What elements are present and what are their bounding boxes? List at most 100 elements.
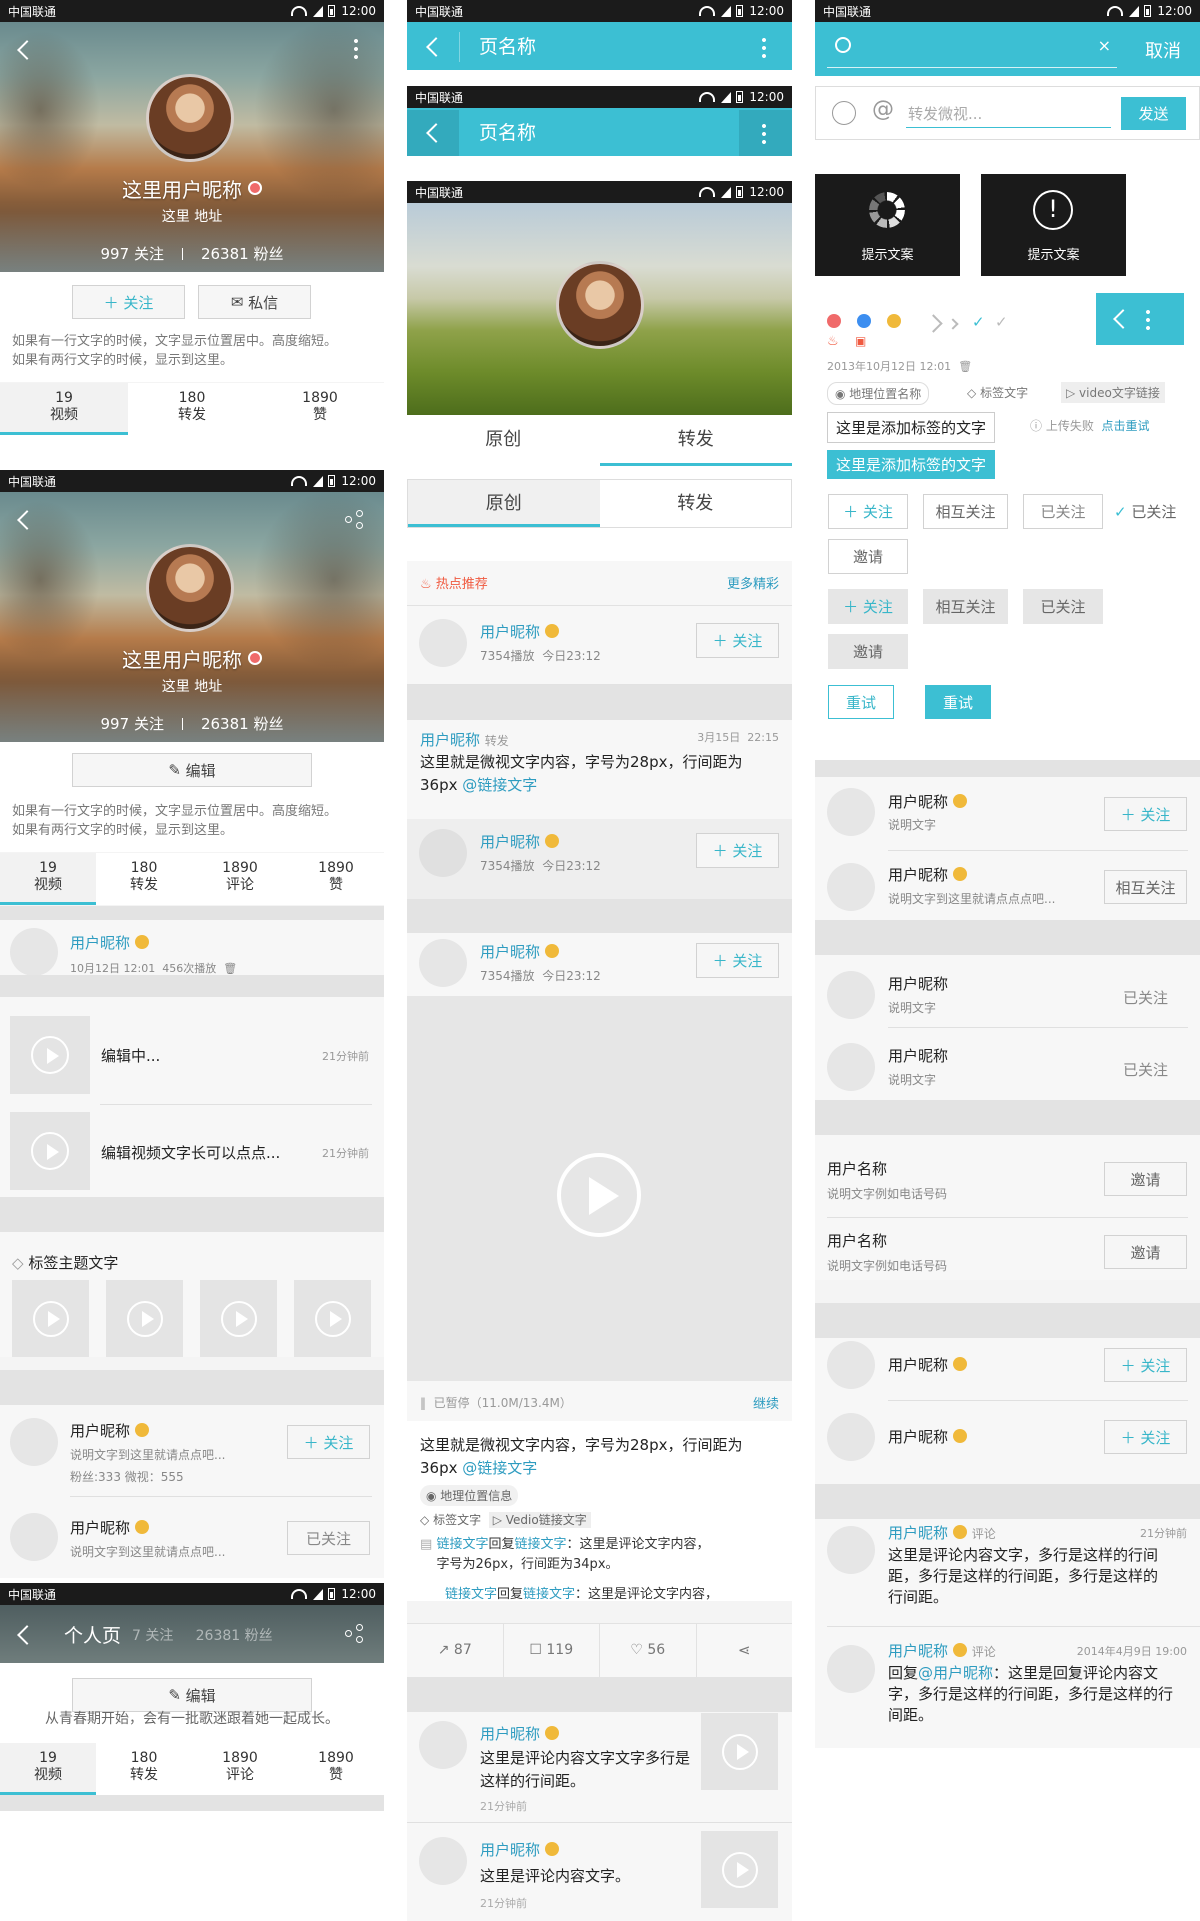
video-post[interactable]: 用户昵称 10月12日 12:01 456次播放 🗑 [0, 920, 384, 976]
user-nickname[interactable]: 用户昵称 [420, 731, 480, 749]
user-nickname[interactable]: 用户昵称 [480, 621, 560, 642]
user-avatar[interactable] [827, 863, 875, 911]
topic-title[interactable]: 标签主题文字 [28, 1254, 118, 1272]
retry-button[interactable]: 重试 [828, 685, 894, 719]
edit-button[interactable]: ✎ 编辑 [72, 1678, 312, 1712]
follow-button[interactable]: ＋ 关注 [696, 943, 779, 978]
user-nickname[interactable]: 用户昵称 [480, 1839, 560, 1860]
video-thumbnail[interactable] [10, 1112, 90, 1190]
location-chip[interactable]: ◉ 地理位置名称 [827, 382, 930, 405]
draft-title[interactable]: 编辑视频文字长可以点点... [101, 1142, 280, 1163]
at-icon[interactable]: @ [872, 97, 894, 122]
user-nickname[interactable]: 用户昵称 [480, 941, 560, 962]
follow-button[interactable]: ＋ 关注 [1104, 1420, 1187, 1454]
user-nickname[interactable]: 用户昵称 [480, 831, 560, 852]
follow-button[interactable]: ＋ 关注 [287, 1425, 370, 1459]
mention-link[interactable]: @链接文字 [462, 776, 537, 794]
user-avatar[interactable] [419, 939, 467, 987]
tab-videos[interactable]: 19 视频 [0, 1743, 96, 1795]
mention-link[interactable]: @用户昵称 [918, 1664, 993, 1682]
video-thumbnail[interactable] [701, 1713, 778, 1790]
user-nickname[interactable]: 用户昵称 [888, 1354, 968, 1375]
more-icon[interactable] [354, 37, 358, 59]
user-nickname[interactable]: 用户昵称 [888, 973, 948, 994]
draft-title[interactable]: 编辑中... [101, 1045, 160, 1066]
more-icon[interactable] [762, 36, 766, 58]
following-count[interactable]: 997 [101, 715, 130, 733]
mutual-follow-button[interactable]: 相互关注 [1104, 870, 1187, 904]
follow-button[interactable]: ＋ 关注 [696, 623, 779, 658]
user-nickname[interactable]: 用户昵称 [70, 1517, 150, 1538]
share-icon[interactable] [345, 1624, 365, 1644]
video-thumbnail[interactable] [701, 1831, 778, 1908]
follow-button[interactable]: ＋ 关注 [1104, 797, 1187, 831]
user-avatar[interactable] [419, 829, 467, 877]
tab-videos[interactable]: 19 视频 [0, 383, 128, 435]
tab-reposts[interactable]: 180 转发 [96, 1743, 192, 1795]
share-icon[interactable]: ⋖ [697, 1624, 793, 1677]
tag-label[interactable]: 标签文字 [433, 1513, 481, 1527]
user-avatar[interactable] [827, 971, 875, 1019]
invite-button[interactable]: 邀请 [828, 634, 908, 669]
tab-likes[interactable]: 1890 赞 [288, 1743, 384, 1795]
mutual-follow-button[interactable]: 相互关注 [923, 494, 1008, 529]
tab-likes[interactable]: 1890 赞 [256, 383, 384, 435]
back-icon[interactable] [426, 37, 446, 57]
user-nickname[interactable]: 用户昵称 [480, 1723, 560, 1744]
location-chip[interactable]: ◉ 地理位置信息 [420, 1485, 519, 1506]
video-thumbnail[interactable] [12, 1280, 89, 1357]
tag-chip-selected[interactable]: 这里是添加标签的文字 [827, 450, 996, 479]
search-input[interactable]: × [827, 30, 1117, 68]
user-avatar[interactable] [827, 1526, 875, 1574]
tab-repost[interactable]: 转发 [599, 415, 793, 466]
video-thumbnail[interactable] [200, 1280, 277, 1357]
followed-button[interactable]: 已关注 [1104, 980, 1187, 1014]
mention-link[interactable]: @链接文字 [462, 1459, 537, 1477]
video-link[interactable]: ▷ Vedio链接文字 [488, 1512, 591, 1528]
more-icon[interactable] [762, 122, 766, 144]
user-avatar[interactable] [827, 1043, 875, 1091]
tag-chip[interactable]: 这里是添加标签的文字 [827, 412, 996, 443]
follow-button[interactable]: ＋ 关注 [1104, 1348, 1187, 1382]
user-avatar[interactable] [827, 1645, 875, 1693]
tab-original[interactable]: 原创 [408, 480, 600, 527]
fans-count[interactable]: 26381 [201, 715, 249, 733]
user-avatar[interactable] [10, 928, 58, 976]
user-nickname[interactable]: 用户昵称 [888, 864, 968, 885]
message-button[interactable]: ✉ 私信 [198, 285, 311, 319]
user-avatar[interactable] [419, 1721, 467, 1769]
invite-button[interactable]: 邀请 [1104, 1162, 1187, 1196]
follow-button[interactable]: ＋ 关注 [72, 285, 185, 319]
repost-input[interactable]: 转发微视... [908, 103, 982, 124]
video-thumbnail[interactable] [294, 1280, 371, 1357]
share-icon[interactable] [345, 510, 365, 530]
user-avatar[interactable] [419, 1837, 467, 1885]
user-avatar[interactable] [10, 1513, 58, 1561]
retry-link[interactable]: 点击重试 [1101, 419, 1149, 433]
video-link[interactable]: ▷ video文字链接 [1061, 382, 1165, 403]
user-nickname[interactable]: 用户昵称 [888, 1426, 968, 1447]
video-player[interactable] [407, 996, 792, 1381]
send-button[interactable]: 发送 [1121, 97, 1186, 130]
tab-reposts[interactable]: 180 转发 [96, 853, 192, 905]
video-thumbnail[interactable] [10, 1016, 90, 1094]
followed-button[interactable]: 已关注 [287, 1521, 370, 1555]
delete-icon[interactable]: 🗑 [958, 360, 972, 373]
post-nickname[interactable]: 用户昵称 [70, 932, 150, 953]
back-nav-sample[interactable] [1096, 293, 1184, 345]
user-avatar[interactable] [827, 1341, 875, 1389]
user-nickname[interactable]: 用户昵称 [70, 1420, 150, 1441]
tab-comments[interactable]: 1890 评论 [192, 853, 288, 905]
tab-reposts[interactable]: 180 转发 [128, 383, 256, 435]
resume-link[interactable]: 继续 [753, 1393, 779, 1412]
tab-likes[interactable]: 1890 赞 [288, 853, 384, 905]
more-link[interactable]: 更多精彩 [727, 573, 779, 592]
tag-label[interactable]: 标签文字 [980, 386, 1028, 400]
user-avatar[interactable] [827, 788, 875, 836]
follow-button[interactable]: ＋ 关注 [828, 589, 908, 624]
invite-button[interactable]: 邀请 [1104, 1235, 1187, 1269]
user-avatar[interactable] [419, 619, 467, 667]
mutual-follow-button[interactable]: 相互关注 [923, 589, 1008, 624]
followed-button[interactable]: 已关注 [1023, 494, 1103, 529]
delete-icon[interactable]: 🗑 [223, 962, 237, 975]
